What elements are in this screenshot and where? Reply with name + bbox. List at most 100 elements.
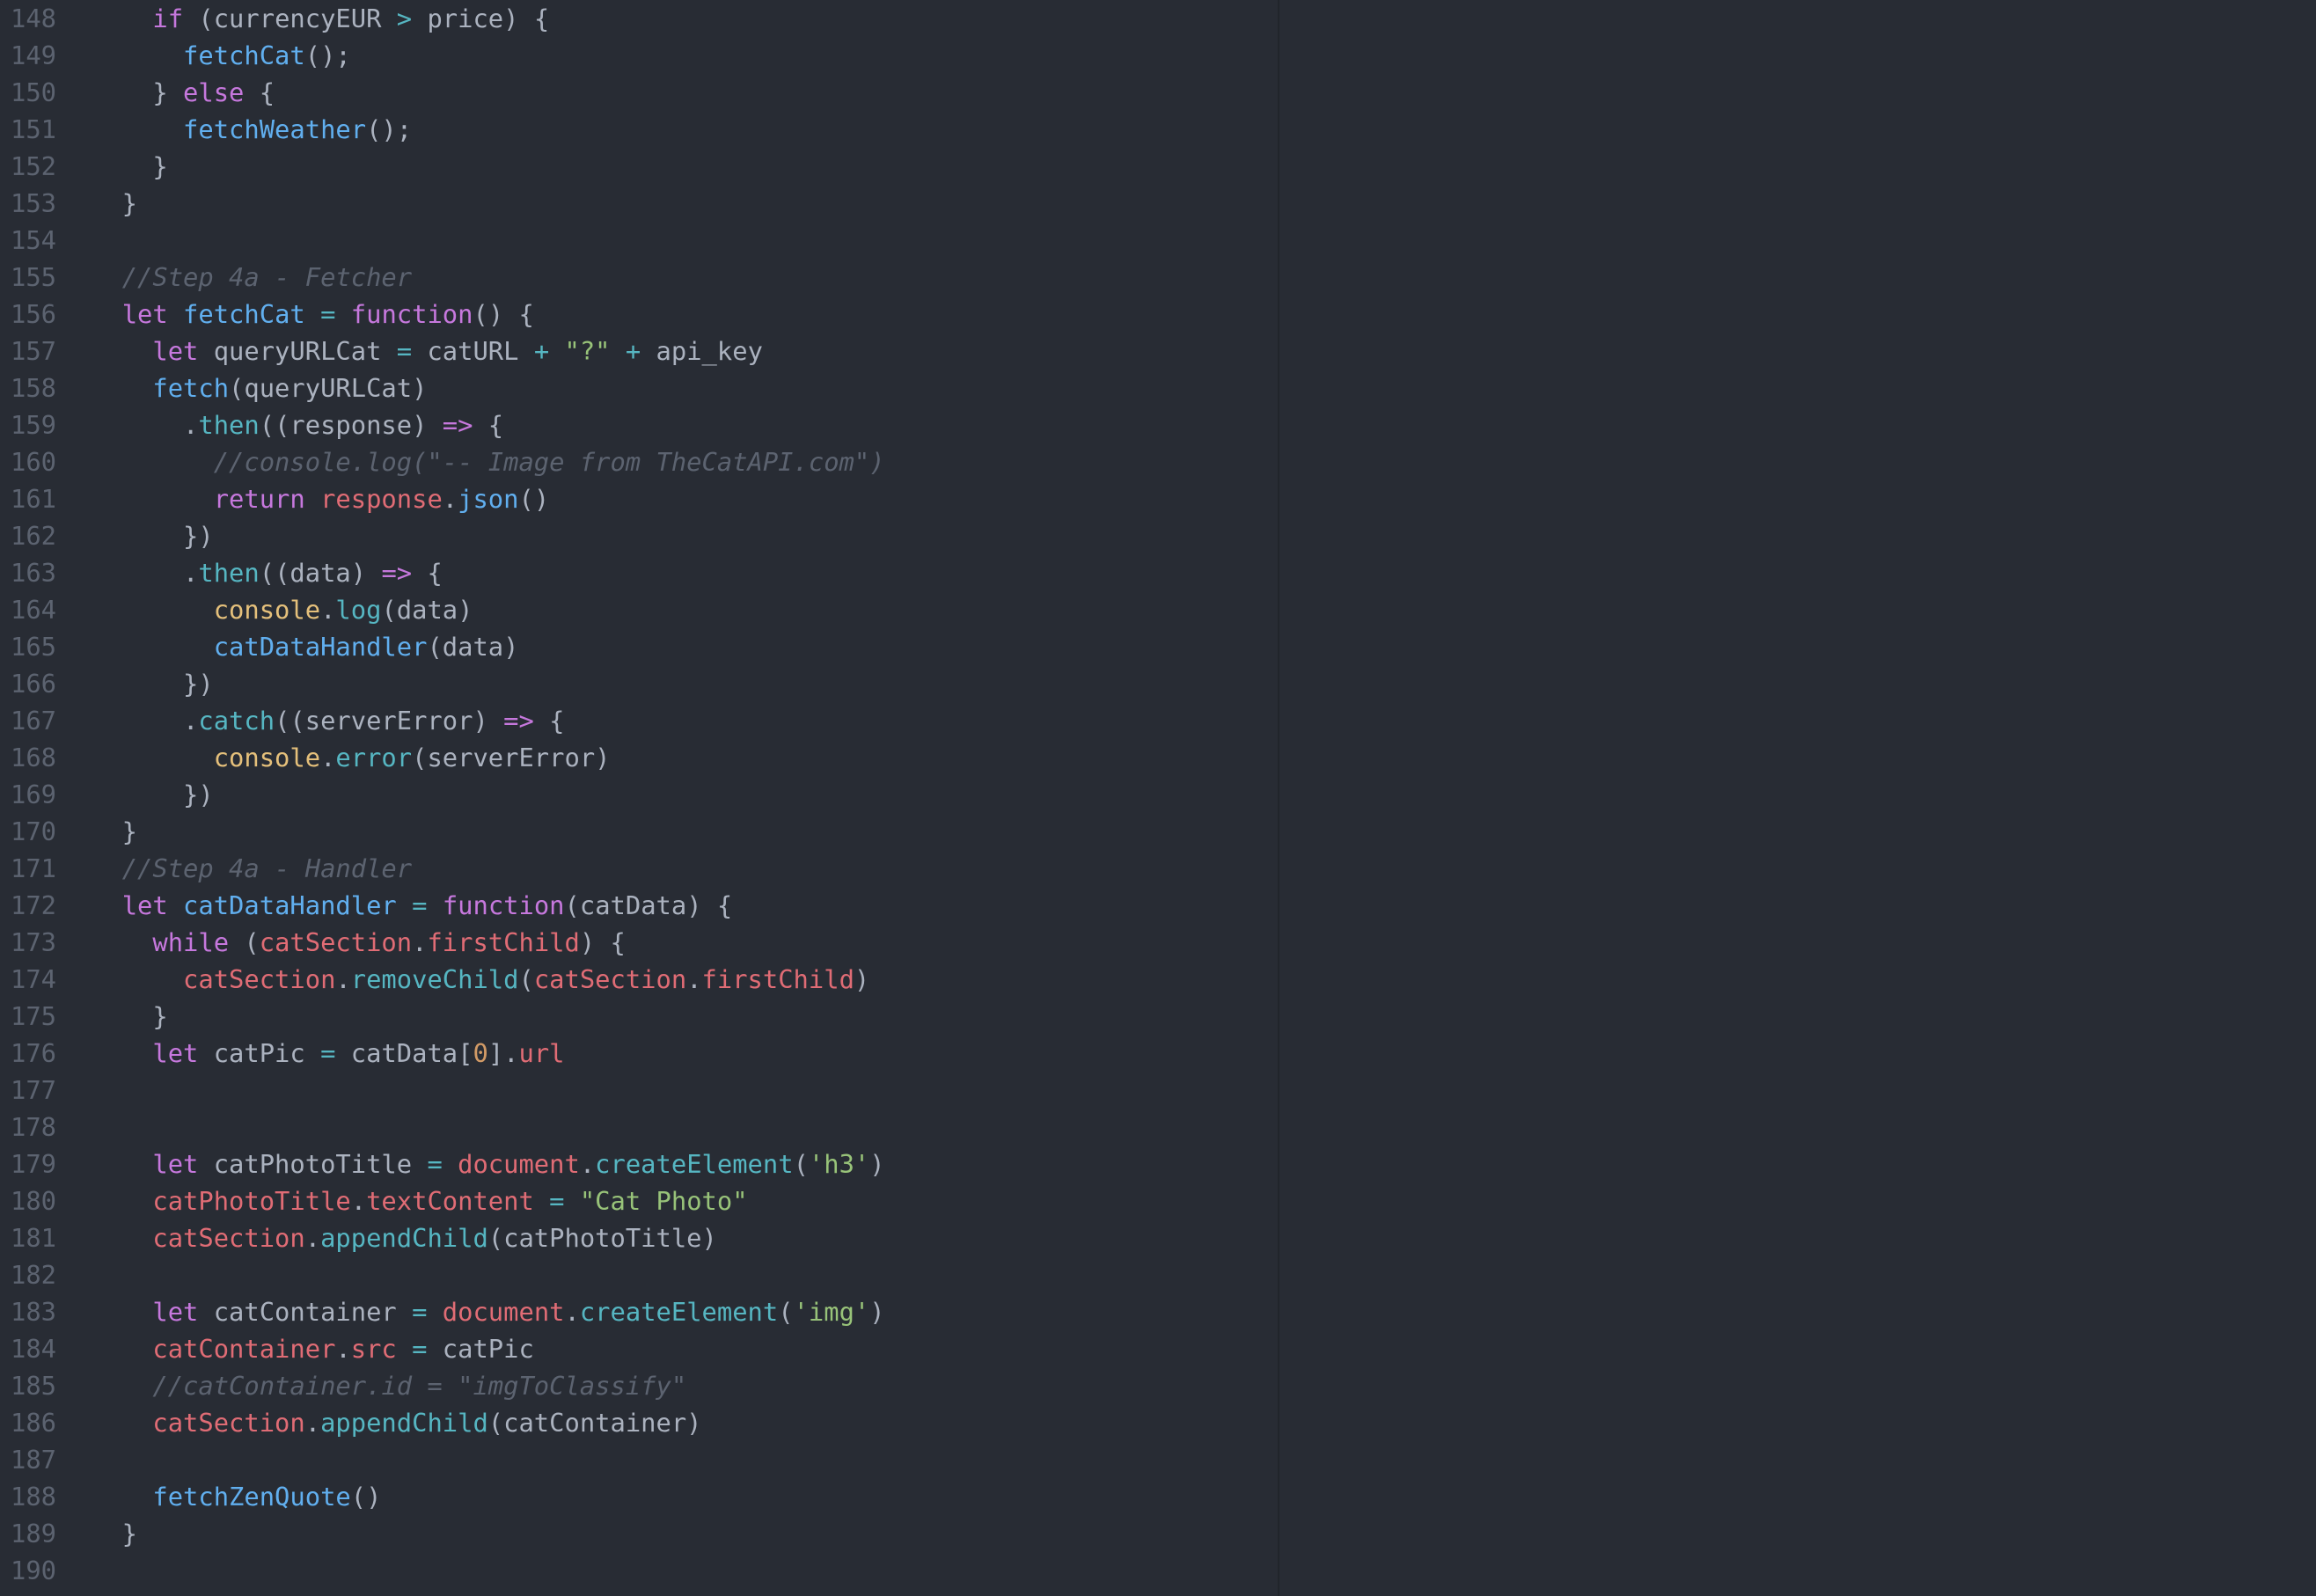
code-token: error [335, 743, 413, 772]
code-line[interactable]: 161 return response.json() [0, 480, 2316, 517]
code-line[interactable]: 163 .then((data) => { [0, 554, 2316, 591]
code-token: let [121, 890, 168, 920]
line-code[interactable]: let catPhotoTitle = document.createEleme… [92, 1146, 884, 1182]
code-token: return [213, 484, 305, 514]
line-code[interactable]: catSection.removeChild(catSection.firstC… [92, 961, 869, 998]
line-code[interactable]: } [92, 1515, 137, 1552]
code-line[interactable]: 148 if (currencyEUR > price) { [0, 0, 2316, 37]
line-code[interactable]: } [92, 998, 167, 1035]
code-line[interactable]: 167 .catch((serverError) => { [0, 702, 2316, 739]
code-line[interactable]: 162 }) [0, 517, 2316, 554]
line-code[interactable]: catPhotoTitle.textContent = "Cat Photo" [92, 1182, 747, 1219]
line-code[interactable]: } [92, 813, 137, 850]
line-code[interactable]: fetch(queryURLCat) [92, 370, 427, 406]
code-token: ]. [487, 1038, 519, 1068]
code-line[interactable]: 186 catSection.appendChild(catContainer) [0, 1404, 2316, 1441]
code-token: (catPhotoTitle) [487, 1223, 717, 1253]
code-line[interactable]: 179 let catPhotoTitle = document.createE… [0, 1146, 2316, 1182]
line-code[interactable]: let catContainer = document.createElemen… [92, 1293, 884, 1330]
line-code[interactable]: } [92, 185, 137, 222]
line-code[interactable]: //catContainer.id = "imgToClassify" [92, 1367, 686, 1404]
code-token: + [625, 336, 641, 366]
code-line[interactable]: 184 catContainer.src = catPic [0, 1330, 2316, 1367]
code-editor[interactable]: 148 if (currencyEUR > price) {149 fetchC… [0, 0, 2316, 1596]
code-line[interactable]: 178 [0, 1109, 2316, 1146]
code-line[interactable]: 175 } [0, 998, 2316, 1035]
code-line[interactable]: 181 catSection.appendChild(catPhotoTitle… [0, 1219, 2316, 1256]
line-code[interactable]: let catPic = catData[0].url [92, 1035, 564, 1072]
line-code[interactable]: //Step 4a - Fetcher [92, 259, 412, 296]
line-code[interactable]: console.log(data) [92, 591, 473, 628]
line-code[interactable]: catDataHandler(data) [92, 628, 519, 665]
line-code[interactable]: }) [92, 776, 214, 813]
code-line[interactable]: 152 } [0, 148, 2316, 185]
line-code[interactable]: } [92, 148, 167, 185]
line-number: 148 [10, 4, 56, 33]
code-line[interactable]: 155 //Step 4a - Fetcher [0, 259, 2316, 296]
line-code[interactable]: catContainer.src = catPic [92, 1330, 533, 1367]
code-line[interactable]: 149 fetchCat(); [0, 37, 2316, 74]
code-line[interactable]: 171 //Step 4a - Handler [0, 850, 2316, 887]
code-line[interactable]: 177 [0, 1072, 2316, 1109]
code-line[interactable]: 164 console.log(data) [0, 591, 2316, 628]
line-code[interactable]: .catch((serverError) => { [92, 702, 564, 739]
code-line[interactable]: 182 [0, 1256, 2316, 1293]
line-code[interactable]: }) [92, 517, 214, 554]
line-code[interactable]: let queryURLCat = catURL + "?" + api_key [92, 333, 763, 370]
code-line[interactable]: 156 let fetchCat = function() { [0, 296, 2316, 333]
code-line[interactable]: 151 fetchWeather(); [0, 111, 2316, 148]
code-line[interactable]: 190 [0, 1552, 2316, 1589]
line-code[interactable]: //console.log("-- Image from TheCatAPI.c… [92, 443, 885, 480]
code-token: . [335, 964, 351, 994]
code-line[interactable]: 170 } [0, 813, 2316, 850]
code-line[interactable]: 188 fetchZenQuote() [0, 1478, 2316, 1515]
code-token: catContainer [198, 1297, 413, 1327]
code-line[interactable]: 173 while (catSection.firstChild) { [0, 924, 2316, 961]
code-line[interactable]: 185 //catContainer.id = "imgToClassify" [0, 1367, 2316, 1404]
code-line[interactable]: 160 //console.log("-- Image from TheCatA… [0, 443, 2316, 480]
line-code[interactable]: .then((data) => { [92, 554, 443, 591]
code-line[interactable]: 174 catSection.removeChild(catSection.fi… [0, 961, 2316, 998]
code-line[interactable]: 166 }) [0, 665, 2316, 702]
line-code[interactable]: } else { [92, 74, 275, 111]
line-code[interactable]: //Step 4a - Handler [92, 850, 412, 887]
code-line[interactable]: 169 }) [0, 776, 2316, 813]
code-line[interactable]: 189 } [0, 1515, 2316, 1552]
line-code[interactable]: let catDataHandler = function(catData) { [92, 887, 733, 924]
code-line[interactable]: 157 let queryURLCat = catURL + "?" + api… [0, 333, 2316, 370]
line-code[interactable]: fetchWeather(); [92, 111, 412, 148]
code-token: => [381, 558, 413, 588]
code-token: while [152, 927, 230, 957]
code-token: fetchWeather [183, 114, 367, 144]
code-line[interactable]: 187 [0, 1441, 2316, 1478]
code-line[interactable]: 180 catPhotoTitle.textContent = "Cat Pho… [0, 1182, 2316, 1219]
code-line[interactable]: 183 let catContainer = document.createEl… [0, 1293, 2316, 1330]
code-token: appendChild [320, 1408, 488, 1438]
line-code[interactable]: catSection.appendChild(catContainer) [92, 1404, 701, 1441]
line-code[interactable]: .then((response) => { [92, 406, 503, 443]
code-line[interactable]: 172 let catDataHandler = function(catDat… [0, 887, 2316, 924]
code-line[interactable]: 154 [0, 222, 2316, 259]
line-code[interactable]: fetchCat(); [92, 37, 351, 74]
code-lines[interactable]: 148 if (currencyEUR > price) {149 fetchC… [0, 0, 2316, 1589]
line-code[interactable]: catSection.appendChild(catPhotoTitle) [92, 1219, 717, 1256]
line-number: 190 [10, 1556, 56, 1585]
code-line[interactable]: 153 } [0, 185, 2316, 222]
line-code[interactable]: console.error(serverError) [92, 739, 611, 776]
code-line[interactable]: 176 let catPic = catData[0].url [0, 1035, 2316, 1072]
line-code[interactable]: return response.json() [92, 480, 549, 517]
line-code[interactable]: fetchZenQuote() [92, 1478, 381, 1515]
line-code[interactable]: while (catSection.firstChild) { [92, 924, 625, 961]
line-code[interactable]: }) [92, 665, 214, 702]
line-code[interactable]: if (currencyEUR > price) { [92, 0, 549, 37]
code-line[interactable]: 159 .then((response) => { [0, 406, 2316, 443]
line-number: 167 [10, 706, 56, 736]
code-token: }) [92, 780, 214, 809]
code-line[interactable]: 158 fetch(queryURLCat) [0, 370, 2316, 406]
code-line[interactable]: 168 console.error(serverError) [0, 739, 2316, 776]
code-line[interactable]: 165 catDataHandler(data) [0, 628, 2316, 665]
code-line[interactable]: 150 } else { [0, 74, 2316, 111]
line-code[interactable]: let fetchCat = function() { [92, 296, 534, 333]
code-token: 'h3' [808, 1149, 870, 1179]
